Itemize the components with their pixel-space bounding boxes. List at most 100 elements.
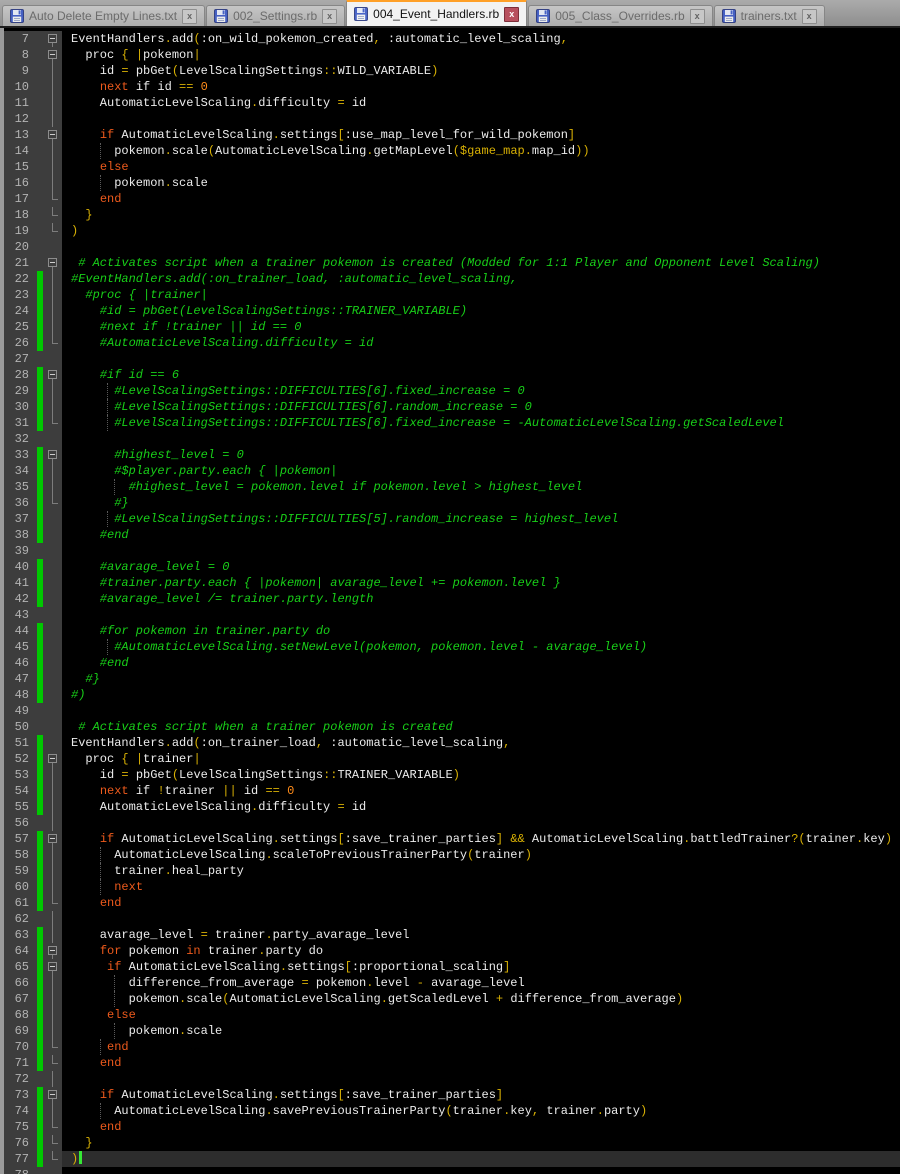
fold-margin[interactable]	[44, 447, 62, 463]
code-line-41[interactable]: #trainer.party.each { |pokemon| avarage_…	[62, 575, 900, 591]
code-line-70[interactable]: end	[62, 1039, 900, 1055]
code-line-72[interactable]	[62, 1071, 900, 1087]
code-line-7[interactable]: EventHandlers.add(:on_wild_pokemon_creat…	[62, 31, 900, 47]
code-line-54[interactable]: next if !trainer || id == 0	[62, 783, 900, 799]
code-line-37[interactable]: #LevelScalingSettings::DIFFICULTIES[5].r…	[62, 511, 900, 527]
code-line-39[interactable]	[62, 543, 900, 559]
code-line-28[interactable]: #if id == 6	[62, 367, 900, 383]
code-line-76[interactable]: }	[62, 1135, 900, 1151]
code-line-63[interactable]: avarage_level = trainer.party_avarage_le…	[62, 927, 900, 943]
code-line-27[interactable]	[62, 351, 900, 367]
close-tab-icon[interactable]: x	[182, 9, 197, 24]
code-line-74[interactable]: AutomaticLevelScaling.savePreviousTraine…	[62, 1103, 900, 1119]
code-line-20[interactable]	[62, 239, 900, 255]
code-line-66[interactable]: difference_from_average = pokemon.level …	[62, 975, 900, 991]
code-line-11[interactable]: AutomaticLevelScaling.difficulty = id	[62, 95, 900, 111]
code-line-36[interactable]: #}	[62, 495, 900, 511]
close-tab-icon[interactable]: x	[322, 9, 337, 24]
code-line-22[interactable]: #EventHandlers.add(:on_trainer_load, :au…	[62, 271, 900, 287]
code-line-58[interactable]: AutomaticLevelScaling.scaleToPreviousTra…	[62, 847, 900, 863]
fold-collapse-icon[interactable]	[48, 130, 57, 139]
code-line-55[interactable]: AutomaticLevelScaling.difficulty = id	[62, 799, 900, 815]
code-line-19[interactable]: )	[62, 223, 900, 239]
fold-collapse-icon[interactable]	[48, 34, 57, 43]
fold-margin[interactable]	[44, 1087, 62, 1103]
code-line-68[interactable]: else	[62, 1007, 900, 1023]
code-line-62[interactable]	[62, 911, 900, 927]
code-line-52[interactable]: proc { |trainer|	[62, 751, 900, 767]
code-line-51[interactable]: EventHandlers.add(:on_trainer_load, :aut…	[62, 735, 900, 751]
fold-collapse-icon[interactable]	[48, 946, 57, 955]
code-line-73[interactable]: if AutomaticLevelScaling.settings[:save_…	[62, 1087, 900, 1103]
code-line-30[interactable]: #LevelScalingSettings::DIFFICULTIES[6].r…	[62, 399, 900, 415]
fold-collapse-icon[interactable]	[48, 450, 57, 459]
code-line-78[interactable]	[62, 1167, 900, 1174]
close-tab-icon[interactable]: x	[504, 7, 519, 22]
tab-trainers-txt[interactable]: trainers.txtx	[714, 5, 825, 26]
code-line-32[interactable]	[62, 431, 900, 447]
fold-margin[interactable]	[44, 127, 62, 143]
code-line-13[interactable]: if AutomaticLevelScaling.settings[:use_m…	[62, 127, 900, 143]
code-line-48[interactable]: #)	[62, 687, 900, 703]
fold-margin[interactable]	[44, 31, 62, 47]
code-line-33[interactable]: #highest_level = 0	[62, 447, 900, 463]
close-tab-icon[interactable]: x	[802, 9, 817, 24]
code-line-50[interactable]: # Activates script when a trainer pokemo…	[62, 719, 900, 735]
fold-collapse-icon[interactable]	[48, 258, 57, 267]
code-line-29[interactable]: #LevelScalingSettings::DIFFICULTIES[6].f…	[62, 383, 900, 399]
code-line-14[interactable]: pokemon.scale(AutomaticLevelScaling.getM…	[62, 143, 900, 159]
code-line-31[interactable]: #LevelScalingSettings::DIFFICULTIES[6].f…	[62, 415, 900, 431]
fold-margin[interactable]	[44, 943, 62, 959]
code-line-17[interactable]: end	[62, 191, 900, 207]
fold-margin[interactable]	[44, 751, 62, 767]
fold-margin[interactable]	[44, 47, 62, 63]
code-line-56[interactable]	[62, 815, 900, 831]
code-line-18[interactable]: }	[62, 207, 900, 223]
fold-margin[interactable]	[44, 367, 62, 383]
code-line-43[interactable]	[62, 607, 900, 623]
code-line-35[interactable]: #highest_level = pokemon.level if pokemo…	[62, 479, 900, 495]
code-line-53[interactable]: id = pbGet(LevelScalingSettings::TRAINER…	[62, 767, 900, 783]
code-line-64[interactable]: for pokemon in trainer.party do	[62, 943, 900, 959]
fold-collapse-icon[interactable]	[48, 962, 57, 971]
code-line-45[interactable]: #AutomaticLevelScaling.setNewLevel(pokem…	[62, 639, 900, 655]
fold-margin[interactable]	[44, 959, 62, 975]
fold-collapse-icon[interactable]	[48, 370, 57, 379]
tab-005-class-overrides-rb[interactable]: 005_Class_Overrides.rbx	[528, 5, 712, 26]
code-line-65[interactable]: if AutomaticLevelScaling.settings[:propo…	[62, 959, 900, 975]
code-line-24[interactable]: #id = pbGet(LevelScalingSettings::TRAINE…	[62, 303, 900, 319]
code-line-15[interactable]: else	[62, 159, 900, 175]
code-line-34[interactable]: #$player.party.each { |pokemon|	[62, 463, 900, 479]
code-line-12[interactable]	[62, 111, 900, 127]
code-line-10[interactable]: next if id == 0	[62, 79, 900, 95]
code-line-40[interactable]: #avarage_level = 0	[62, 559, 900, 575]
fold-collapse-icon[interactable]	[48, 50, 57, 59]
code-line-38[interactable]: #end	[62, 527, 900, 543]
tab-002-settings-rb[interactable]: 002_Settings.rbx	[206, 5, 345, 26]
fold-margin[interactable]	[44, 255, 62, 271]
code-line-59[interactable]: trainer.heal_party	[62, 863, 900, 879]
code-line-8[interactable]: proc { |pokemon|	[62, 47, 900, 63]
tab-auto-delete-empty-lines-txt[interactable]: Auto Delete Empty Lines.txtx	[2, 5, 205, 26]
code-line-46[interactable]: #end	[62, 655, 900, 671]
code-line-57[interactable]: if AutomaticLevelScaling.settings[:save_…	[62, 831, 900, 847]
fold-collapse-icon[interactable]	[48, 754, 57, 763]
fold-collapse-icon[interactable]	[48, 1090, 57, 1099]
code-line-77[interactable]: )	[62, 1151, 900, 1167]
code-line-26[interactable]: #AutomaticLevelScaling.difficulty = id	[62, 335, 900, 351]
code-line-9[interactable]: id = pbGet(LevelScalingSettings::WILD_VA…	[62, 63, 900, 79]
close-tab-icon[interactable]: x	[690, 9, 705, 24]
code-line-60[interactable]: next	[62, 879, 900, 895]
code-line-61[interactable]: end	[62, 895, 900, 911]
fold-margin[interactable]	[44, 831, 62, 847]
code-line-47[interactable]: #}	[62, 671, 900, 687]
code-line-67[interactable]: pokemon.scale(AutomaticLevelScaling.getS…	[62, 991, 900, 1007]
code-line-16[interactable]: pokemon.scale	[62, 175, 900, 191]
code-editor[interactable]: 7EventHandlers.add(:on_wild_pokemon_crea…	[0, 28, 900, 1174]
code-line-42[interactable]: #avarage_level /= trainer.party.length	[62, 591, 900, 607]
code-line-49[interactable]	[62, 703, 900, 719]
code-line-69[interactable]: pokemon.scale	[62, 1023, 900, 1039]
code-line-71[interactable]: end	[62, 1055, 900, 1071]
code-line-44[interactable]: #for pokemon in trainer.party do	[62, 623, 900, 639]
code-line-25[interactable]: #next if !trainer || id == 0	[62, 319, 900, 335]
